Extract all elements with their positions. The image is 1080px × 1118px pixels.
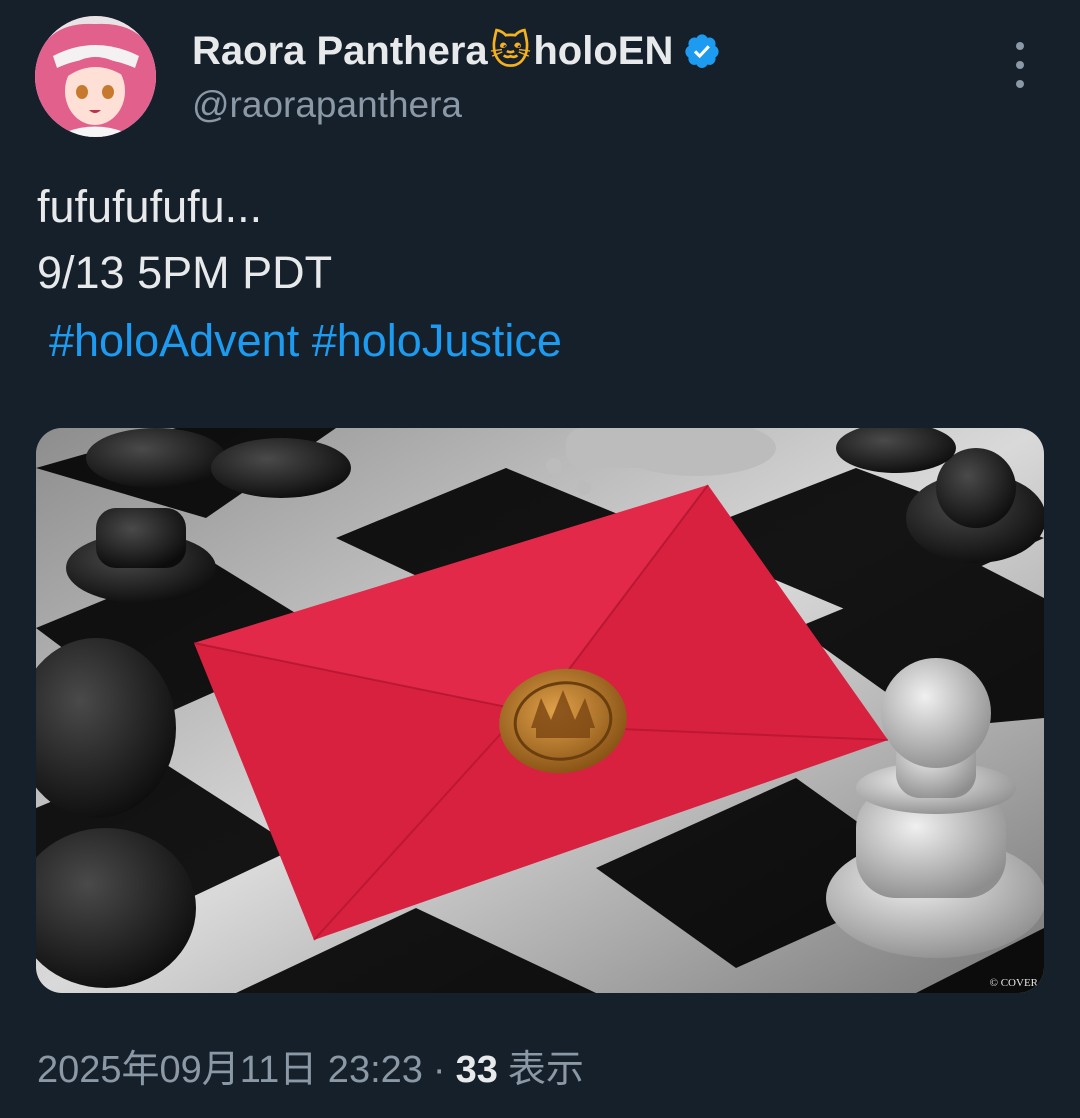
tweet-card: Raora Panthera 🐱 holoEN @raorapanthera f…: [0, 0, 1080, 1118]
author-handle[interactable]: @raorapanthera: [192, 84, 462, 126]
avatar[interactable]: [35, 16, 156, 137]
more-dot: [1016, 42, 1024, 50]
views-label: 表示: [507, 1049, 584, 1091]
cat-emoji-icon: 🐱: [489, 28, 532, 74]
tweet-text-line: 9/13 5PM PDT: [37, 247, 333, 298]
tweet-meta: 2025年09月11日 23:23 · 33 表示: [37, 1038, 584, 1093]
tweet-text-line: fufufufufu...: [37, 181, 263, 232]
more-dot: [1016, 80, 1024, 88]
envelope-chess-illustration: [36, 428, 1044, 993]
more-dot: [1016, 61, 1024, 69]
media-watermark: © COVER: [989, 977, 1038, 989]
hashtag-link[interactable]: #holoAdvent: [49, 315, 299, 366]
hashtag-link[interactable]: #holoJustice: [312, 315, 562, 366]
author-display-name[interactable]: Raora Panthera 🐱 holoEN: [192, 28, 721, 74]
tweet-hashtags: #holoAdvent #holoJustice: [49, 308, 562, 374]
tweet-media-image[interactable]: © COVER: [36, 428, 1044, 993]
tweet-timestamp[interactable]: 2025年09月11日 23:23: [37, 1038, 423, 1093]
more-options-icon[interactable]: [1008, 42, 1032, 88]
meta-separator: ·: [432, 1049, 446, 1091]
views-count: 33: [455, 1049, 498, 1091]
display-name-suffix: holoEN: [533, 28, 674, 73]
avatar-illustration: [35, 16, 156, 137]
tweet-text: fufufufufu... 9/13 5PM PDT: [37, 174, 332, 306]
verified-badge-icon[interactable]: [683, 32, 721, 70]
display-name-text: Raora Panthera: [192, 28, 488, 73]
